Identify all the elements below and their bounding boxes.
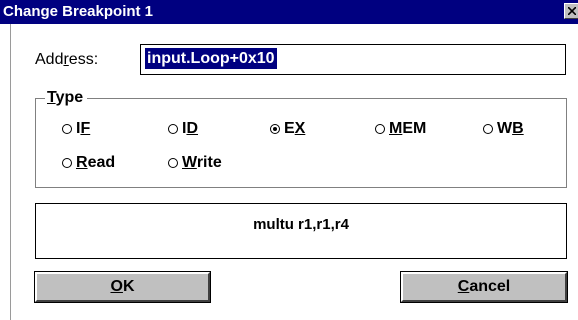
radio-read[interactable]: Read <box>62 154 115 172</box>
radio-label: EX <box>284 120 306 137</box>
address-value: input.Loop+0x10 <box>145 48 277 69</box>
radio-label: WB <box>497 120 524 137</box>
instruction-display: multu r1,r1,r4 <box>35 203 567 259</box>
address-input[interactable]: input.Loop+0x10 <box>140 44 566 75</box>
address-label: Address: <box>35 51 99 68</box>
window-title: Change Breakpoint 1 <box>3 3 154 20</box>
radio-label: ID <box>182 120 199 137</box>
radio-button-checked-icon <box>270 124 280 134</box>
ok-button[interactable]: OK <box>34 271 211 303</box>
radio-write[interactable]: Write <box>168 154 222 172</box>
close-button[interactable] <box>564 3 578 19</box>
radio-if[interactable]: IF <box>62 120 90 138</box>
radio-button-icon <box>168 158 178 168</box>
type-group-label: Type <box>45 89 88 107</box>
title-bar[interactable]: Change Breakpoint 1 <box>0 0 578 24</box>
radio-button-icon <box>375 124 385 134</box>
radio-wb[interactable]: WB <box>483 120 524 138</box>
radio-button-icon <box>168 124 178 134</box>
radio-ex[interactable]: EX <box>270 120 305 138</box>
radio-mem[interactable]: MEM <box>375 120 426 138</box>
radio-label: MEM <box>389 120 427 137</box>
radio-label: IF <box>76 120 91 137</box>
radio-id[interactable]: ID <box>168 120 198 138</box>
instruction-text: multu r1,r1,r4 <box>253 216 349 233</box>
type-groupbox <box>35 98 567 188</box>
dialog-border <box>10 24 11 320</box>
radio-button-icon <box>62 158 72 168</box>
radio-label: Read <box>76 154 116 171</box>
cancel-button[interactable]: Cancel <box>400 271 568 303</box>
close-icon <box>568 7 576 15</box>
radio-button-icon <box>62 124 72 134</box>
radio-button-icon <box>483 124 493 134</box>
change-breakpoint-dialog: Change Breakpoint 1 Address: input.Loop+… <box>0 0 578 320</box>
radio-label: Write <box>182 154 222 171</box>
